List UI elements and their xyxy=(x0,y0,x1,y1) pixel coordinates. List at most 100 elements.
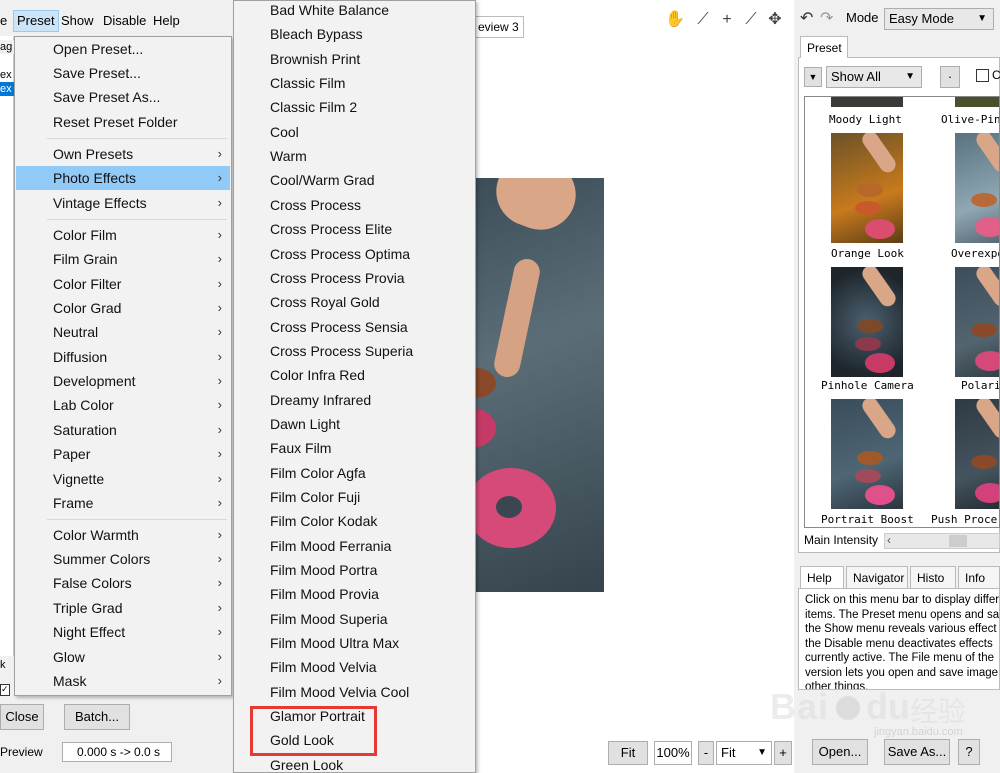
menu-show[interactable]: Show xyxy=(58,10,97,32)
menu-item-reset-preset-folder[interactable]: Reset Preset Folder xyxy=(16,110,230,134)
submenu-item[interactable]: Brownish Print xyxy=(234,47,475,71)
dot-button[interactable]: · xyxy=(940,66,960,88)
menu-item-film-grain[interactable]: Film Grain › xyxy=(16,247,230,271)
submenu-item[interactable]: Film Color Agfa xyxy=(234,461,475,485)
submenu-item[interactable]: Cross Process Provia xyxy=(234,266,475,290)
menu-item-own-presets[interactable]: Own Presets › xyxy=(16,142,230,166)
submenu-item[interactable]: Cross Process Superia xyxy=(234,339,475,363)
fit-select[interactable]: Fit ▼ xyxy=(716,741,772,765)
eyedropper-icon[interactable]: ⟋ xyxy=(692,8,714,32)
submenu-item[interactable]: Film Mood Portra xyxy=(234,558,475,582)
preset-thumbnail-grid[interactable]: Moody Light Olive-Pin Orange Look Overex… xyxy=(804,96,1000,528)
submenu-item[interactable]: Film Mood Velvia xyxy=(234,655,475,679)
submenu-item[interactable]: Warm xyxy=(234,144,475,168)
submenu-item[interactable]: Color Infra Red xyxy=(234,363,475,387)
submenu-item[interactable]: Dawn Light xyxy=(234,412,475,436)
submenu-item[interactable]: Dreamy Infrared xyxy=(234,388,475,412)
zoom-field[interactable]: 100% xyxy=(654,741,692,765)
thumbnail-portrait-boost[interactable] xyxy=(831,399,903,509)
thumbnail-polari[interactable] xyxy=(955,267,999,377)
submenu-item[interactable]: Film Mood Ferrania xyxy=(234,534,475,558)
submenu-item[interactable]: Film Mood Provia xyxy=(234,582,475,606)
tab-navigator[interactable]: Navigator xyxy=(846,566,908,589)
tab-info[interactable]: Info xyxy=(958,566,1000,589)
undo-icon[interactable]: ↶ xyxy=(800,8,813,28)
menu-item-photo-effects[interactable]: Photo Effects › xyxy=(16,166,230,190)
menu-item-mask[interactable]: Mask › xyxy=(16,669,230,693)
menu-item-neutral[interactable]: Neutral › xyxy=(16,320,230,344)
checkbox[interactable] xyxy=(976,69,989,82)
menu-disable[interactable]: Disable xyxy=(100,10,149,32)
menu-item-false-colors[interactable]: False Colors › xyxy=(16,571,230,595)
tab-preview-3[interactable]: eview 3 xyxy=(476,16,524,38)
menu-item-lab-color[interactable]: Lab Color › xyxy=(16,393,230,417)
submenu-item[interactable]: Cross Process Optima xyxy=(234,242,475,266)
chevron-left-icon[interactable]: ‹ xyxy=(887,533,891,547)
menu-help[interactable]: Help xyxy=(150,10,183,32)
menu-file-fragment[interactable]: e xyxy=(0,10,10,32)
preset-dropdown-button[interactable]: ▼ xyxy=(804,67,822,87)
thumbnail-partial[interactable] xyxy=(831,97,903,107)
submenu-item[interactable]: Classic Film xyxy=(234,71,475,95)
submenu-item[interactable]: Film Color Fuji xyxy=(234,485,475,509)
zoom-out-button[interactable]: - xyxy=(698,741,714,765)
checkbox[interactable]: ✓ xyxy=(0,684,10,696)
redo-icon[interactable]: ↷ xyxy=(820,8,833,28)
submenu-item[interactable]: Bad White Balance xyxy=(234,1,475,22)
tab-help[interactable]: Help xyxy=(800,566,844,589)
slider-thumb[interactable] xyxy=(949,535,967,547)
submenu-item[interactable]: Film Mood Superia xyxy=(234,607,475,631)
tab-preset[interactable]: Preset xyxy=(800,36,848,58)
menu-item-color-filter[interactable]: Color Filter › xyxy=(16,272,230,296)
mode-select[interactable]: Easy Mode ▼ xyxy=(884,8,994,30)
thumbnail-pinhole-camera[interactable] xyxy=(831,267,903,377)
close-button[interactable]: Close xyxy=(0,704,44,730)
menu-item-color-film[interactable]: Color Film › xyxy=(16,223,230,247)
menu-item-open-preset[interactable]: Open Preset... xyxy=(16,37,230,61)
batch-button[interactable]: Batch... xyxy=(64,704,130,730)
menu-item-save-preset[interactable]: Save Preset... xyxy=(16,61,230,85)
move-arrows-icon[interactable]: ✥ xyxy=(764,8,786,32)
menu-item-diffusion[interactable]: Diffusion › xyxy=(16,345,230,369)
submenu-item[interactable]: Film Mood Ultra Max xyxy=(234,631,475,655)
menu-item-saturation[interactable]: Saturation › xyxy=(16,418,230,442)
submenu-item[interactable]: Green Look xyxy=(234,753,475,772)
crosshair-icon[interactable]: + xyxy=(716,8,738,32)
thumbnail-overexpo[interactable] xyxy=(955,133,999,243)
list-item-selected[interactable]: ex xyxy=(0,82,14,96)
fit-button[interactable]: Fit xyxy=(608,741,648,765)
submenu-item[interactable]: Classic Film 2 xyxy=(234,95,475,119)
menu-item-summer-colors[interactable]: Summer Colors › xyxy=(16,547,230,571)
menu-item-paper[interactable]: Paper › xyxy=(16,442,230,466)
submenu-item[interactable]: Cross Process Sensia xyxy=(234,315,475,339)
menu-item-development[interactable]: Development › xyxy=(16,369,230,393)
list-item[interactable]: ex xyxy=(0,68,14,82)
submenu-item[interactable]: Cross Royal Gold xyxy=(234,290,475,314)
submenu-item[interactable]: Bleach Bypass xyxy=(234,22,475,46)
tab-histo[interactable]: Histo xyxy=(910,566,956,589)
submenu-item[interactable]: Film Color Kodak xyxy=(234,509,475,533)
submenu-item[interactable]: Film Mood Velvia Cool xyxy=(234,680,475,704)
menu-item-glow[interactable]: Glow › xyxy=(16,645,230,669)
show-all-select[interactable]: Show All ▼ xyxy=(826,66,922,88)
hand-tool-icon[interactable]: ✋ xyxy=(664,8,686,32)
menu-item-vignette[interactable]: Vignette › xyxy=(16,467,230,491)
submenu-item[interactable]: Cool xyxy=(234,120,475,144)
thumbnail-push-process[interactable] xyxy=(955,399,999,509)
intensity-slider[interactable]: ‹ xyxy=(884,533,1000,549)
submenu-item[interactable]: Cross Process xyxy=(234,193,475,217)
submenu-item[interactable]: Cool/Warm Grad xyxy=(234,168,475,192)
submenu-item[interactable]: Faux Film xyxy=(234,436,475,460)
menu-item-color-grad[interactable]: Color Grad › xyxy=(16,296,230,320)
thumbnail-orange-look[interactable] xyxy=(831,133,903,243)
menu-item-vintage-effects[interactable]: Vintage Effects › xyxy=(16,191,230,215)
brush-icon[interactable]: ⟋ xyxy=(740,8,762,32)
menu-item-triple-grad[interactable]: Triple Grad › xyxy=(16,596,230,620)
menu-item-night-effect[interactable]: Night Effect › xyxy=(16,620,230,644)
menu-item-color-warmth[interactable]: Color Warmth › xyxy=(16,523,230,547)
menu-item-frame[interactable]: Frame › xyxy=(16,491,230,515)
menu-preset[interactable]: Preset xyxy=(13,10,59,32)
submenu-item[interactable]: Cross Process Elite xyxy=(234,217,475,241)
menu-item-save-preset-as[interactable]: Save Preset As... xyxy=(16,85,230,109)
thumbnail-partial[interactable] xyxy=(955,97,999,107)
